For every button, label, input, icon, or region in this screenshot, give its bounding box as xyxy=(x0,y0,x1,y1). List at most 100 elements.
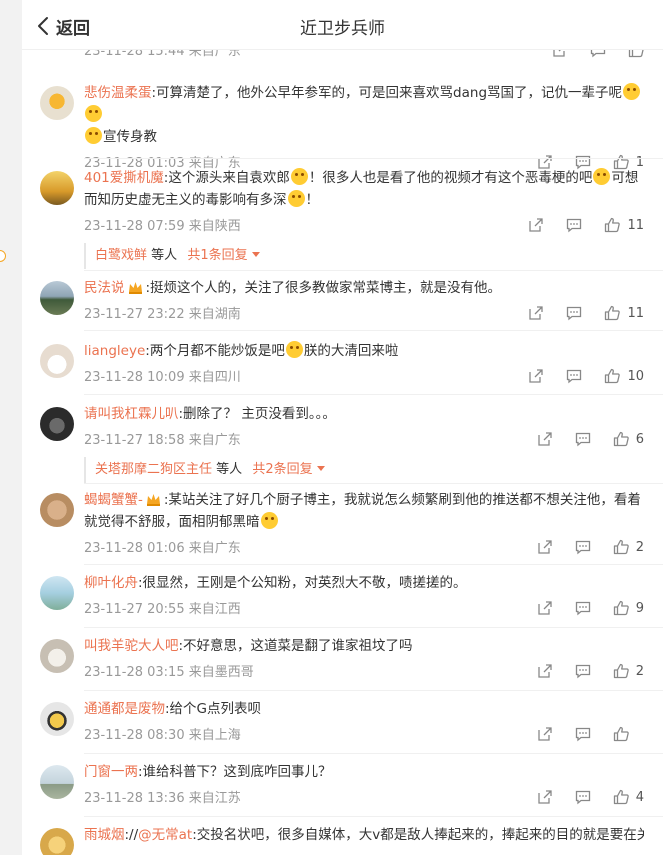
share-icon xyxy=(538,540,552,554)
like-button[interactable]: 6 xyxy=(613,431,644,447)
reply-username[interactable]: 关塔那摩二狗区主任 xyxy=(95,462,212,477)
reply-username[interactable]: 白鹭戏鲜 xyxy=(95,248,147,263)
avatar[interactable] xyxy=(40,407,74,441)
avatar[interactable] xyxy=(40,639,74,673)
avatar[interactable] xyxy=(40,765,74,799)
comment-text: 柳叶化舟:很显然，王刚是个公知粉，对英烈大不敬，啧搓搓的。 xyxy=(84,575,467,591)
comment-text: 门窗一两:谁给科普下？这到底咋回事儿？ xyxy=(84,764,332,780)
comment-meta: 23-11-28 03:15 来自墨西哥 xyxy=(84,665,254,680)
share-button[interactable] xyxy=(528,305,544,321)
share-icon xyxy=(538,790,552,804)
comment-button[interactable] xyxy=(575,789,591,805)
divider xyxy=(84,158,663,159)
avatar[interactable] xyxy=(40,171,74,205)
comment-username[interactable]: 401爱撕机魔 xyxy=(84,170,164,186)
comment-username[interactable]: 蝎蝎蟹蟹- xyxy=(84,492,143,508)
like-count: 6 xyxy=(635,431,644,447)
comment-text: 401爱撕机魔:这个源头来自袁欢郎 ！很多人也是看了他的视频才有这个恶毒梗的吧 可想… xyxy=(84,168,639,208)
comment-button[interactable] xyxy=(566,217,582,233)
comment-button[interactable] xyxy=(575,431,591,447)
avatar[interactable] xyxy=(40,493,74,527)
like-count: 2 xyxy=(635,663,644,679)
like-button[interactable]: 10 xyxy=(604,368,644,384)
view-replies-link[interactable]: 共1条回复 xyxy=(187,248,247,263)
comment-username[interactable]: 请叫我杠霖儿叭 xyxy=(84,406,179,422)
page-title: 近卫步兵师 xyxy=(300,19,385,39)
comment-username[interactable]: 民法说 xyxy=(84,280,125,296)
comment-username[interactable]: 柳叶化舟 xyxy=(84,575,138,591)
divider xyxy=(84,564,663,565)
top-nav-bar: 返回 近卫步兵师 xyxy=(22,0,663,50)
like-button[interactable]: 11 xyxy=(604,217,644,233)
comment-button[interactable] xyxy=(566,305,582,321)
comment-username[interactable]: 雨城烟 xyxy=(84,827,125,843)
share-button[interactable] xyxy=(537,600,553,616)
emoji-icon xyxy=(285,341,303,358)
comment-username[interactable]: 叫我羊驼大人吧 xyxy=(84,638,179,654)
thumbs-up-icon xyxy=(605,217,621,233)
comment-username[interactable]: 门窗一两 xyxy=(84,764,138,780)
share-icon xyxy=(529,369,544,383)
divider xyxy=(84,753,663,754)
emoji-icon xyxy=(290,168,308,185)
share-button[interactable] xyxy=(537,663,553,679)
comment-username[interactable]: 通通都是废物 xyxy=(84,701,165,717)
mention-link[interactable]: @无常at xyxy=(138,827,192,843)
reply-summary[interactable]: 白鹭戏鲜 等人 共1条回复 xyxy=(84,243,644,269)
comment-button[interactable] xyxy=(575,663,591,679)
like-button[interactable]: 4 xyxy=(613,789,644,805)
like-button[interactable]: 2 xyxy=(613,663,644,679)
comment-meta: 23-11-28 08:30 来自上海 xyxy=(84,728,241,743)
avatar[interactable] xyxy=(40,702,74,736)
comment-text: 请叫我杠霖儿叭:删除了？ 主页没看到。。。 xyxy=(84,406,336,422)
comment-button[interactable] xyxy=(575,726,591,742)
like-count: 2 xyxy=(635,539,644,555)
comment-username[interactable]: liangleye xyxy=(84,343,145,359)
comment-username[interactable]: 悲伤温柔蛋 xyxy=(84,85,152,101)
avatar[interactable] xyxy=(40,576,74,610)
reply-summary[interactable]: 关塔那摩二狗区主任 等人 共2条回复 xyxy=(84,457,644,483)
share-button[interactable] xyxy=(537,539,553,555)
comment-icon xyxy=(575,664,590,679)
chevron-down-icon xyxy=(316,466,325,471)
like-count: 11 xyxy=(627,217,644,233)
avatar[interactable] xyxy=(40,344,74,378)
share-icon xyxy=(538,664,552,678)
share-button[interactable] xyxy=(537,726,553,742)
comment-text: 通通都是废物:给个G点列表呗 xyxy=(84,701,262,717)
comment-button[interactable] xyxy=(575,600,591,616)
comment-feed[interactable]: 23-11-28 15:44 来自广东 悲伤温柔蛋:可算清楚了，他外公早年参军的… xyxy=(22,0,663,855)
like-button[interactable] xyxy=(613,726,644,742)
comment-meta: 23-11-27 20:55 来自江西 xyxy=(84,602,241,617)
thumbs-up-icon xyxy=(613,431,629,447)
avatar[interactable] xyxy=(40,828,74,855)
like-button[interactable]: 11 xyxy=(604,305,644,321)
like-button[interactable]: 2 xyxy=(613,539,644,555)
share-button[interactable] xyxy=(537,789,553,805)
avatar[interactable] xyxy=(40,281,74,315)
divider xyxy=(84,690,663,691)
thumbs-up-icon xyxy=(613,726,629,742)
share-button[interactable] xyxy=(528,217,544,233)
avatar[interactable] xyxy=(40,86,74,120)
like-button[interactable]: 9 xyxy=(613,600,644,616)
thumbs-up-icon xyxy=(605,305,621,321)
chevron-down-icon xyxy=(251,252,260,257)
comment-meta: 23-11-28 07:59 来自陕西 xyxy=(84,219,241,234)
comment-button[interactable] xyxy=(575,539,591,555)
share-button[interactable] xyxy=(537,431,553,447)
share-icon xyxy=(538,432,552,446)
share-button[interactable] xyxy=(528,368,544,384)
divider xyxy=(84,627,663,628)
comment-button[interactable] xyxy=(566,368,582,384)
comment-meta: 23-11-28 10:09 来自四川 xyxy=(84,370,241,385)
comment-icon xyxy=(575,790,590,805)
emoji-icon xyxy=(85,105,102,122)
divider xyxy=(84,483,663,484)
view-replies-link[interactable]: 共2条回复 xyxy=(252,462,312,477)
emoji-icon xyxy=(593,168,611,185)
comment-meta: 23-11-28 13:36 来自江苏 xyxy=(84,791,241,806)
like-count: 9 xyxy=(635,600,644,616)
thumbs-up-icon xyxy=(605,368,621,384)
thumbs-up-icon xyxy=(613,539,629,555)
